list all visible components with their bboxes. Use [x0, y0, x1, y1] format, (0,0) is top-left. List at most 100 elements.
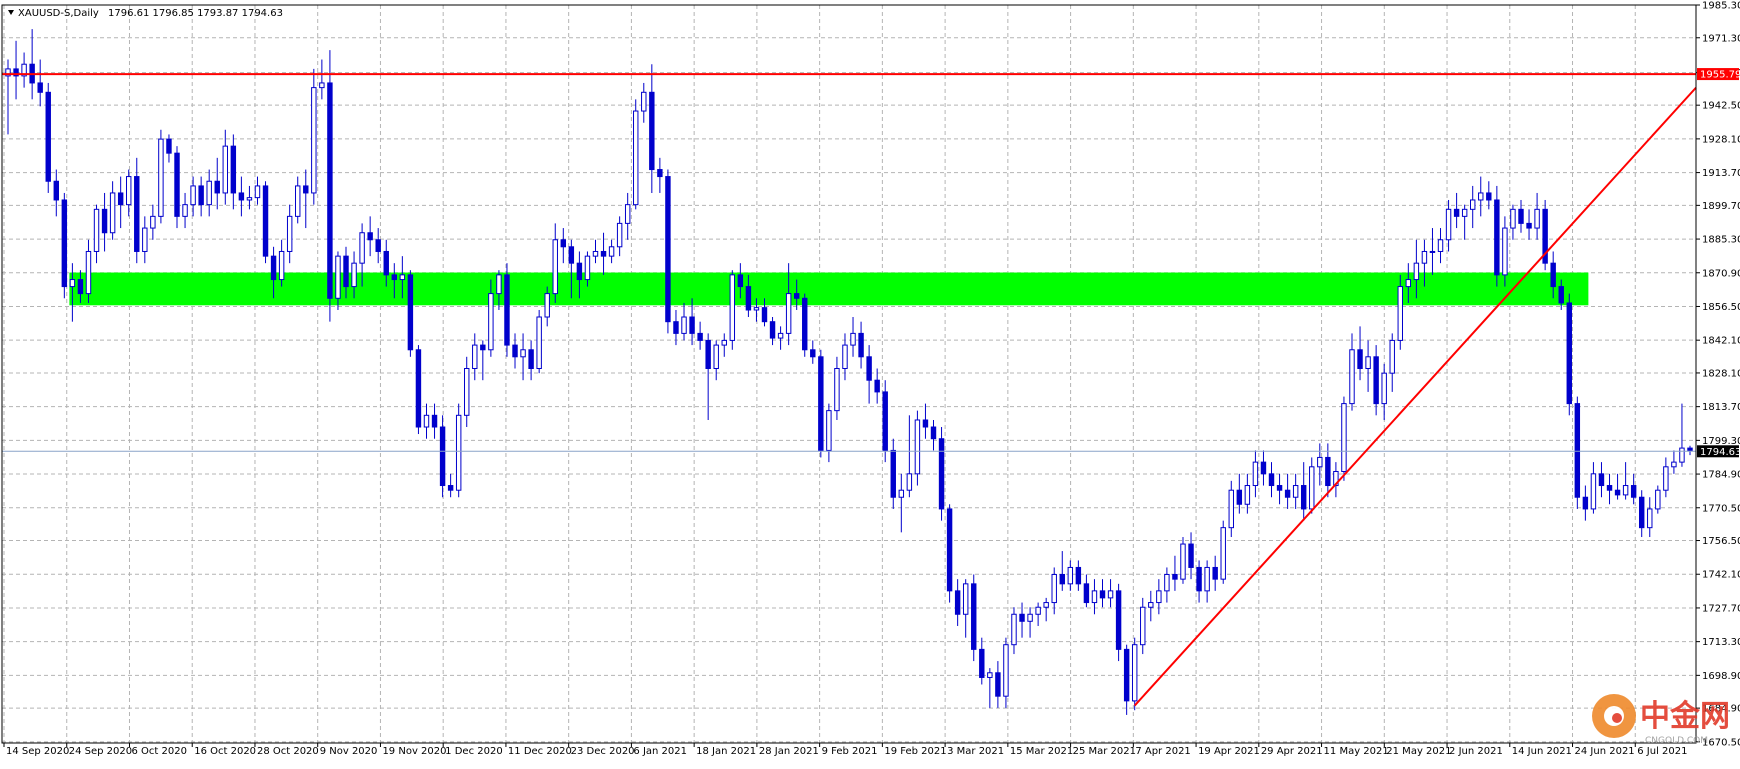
candle-body-bullish — [1381, 372, 1387, 405]
candle-body-bearish — [383, 250, 389, 276]
candle-body-bullish — [1156, 590, 1162, 604]
candle-body-bullish — [206, 180, 212, 206]
candle-body-bearish — [866, 356, 872, 381]
candle-body-bearish — [1075, 566, 1082, 585]
candle-body-bearish — [214, 180, 220, 194]
x-tick-label: 16 Oct 2020 — [194, 746, 256, 757]
candle-body-bullish — [1003, 644, 1009, 697]
candle-body-bearish — [1260, 461, 1267, 475]
watermark-text: 中金网 — [1640, 699, 1730, 734]
candle-body-bearish — [600, 250, 607, 257]
candle-body-bearish — [1083, 583, 1090, 604]
candle-body-bearish — [568, 246, 575, 264]
candle-body-bullish — [1590, 473, 1597, 510]
candle-body-bullish — [1317, 456, 1323, 468]
candle-body-bullish — [488, 293, 494, 351]
x-tick-label: 7 Apr 2021 — [1135, 746, 1190, 757]
candle-body-bearish — [37, 82, 43, 93]
candle-body-bullish — [681, 316, 687, 334]
candle-body-bullish — [319, 82, 325, 89]
candle-body-bearish — [1494, 199, 1500, 276]
candle-body-bearish — [1357, 349, 1363, 369]
x-tick-label: 6 Jan 2021 — [633, 746, 687, 757]
candle-body-bullish — [1309, 466, 1315, 510]
candle-body-bullish — [1204, 566, 1210, 592]
candle-body-bullish — [624, 204, 631, 224]
candle-body-bullish — [1469, 199, 1476, 210]
candle-body-bearish — [1284, 489, 1291, 498]
candlestick-chart[interactable]: 1985.301971.301956.401942.501928.101913.… — [0, 0, 1740, 765]
x-tick-label: 1 Dec 2020 — [445, 746, 503, 757]
candle-body-bearish — [745, 286, 752, 311]
x-tick-label: 14 Sep 2020 — [6, 746, 69, 757]
candle-body-bullish — [1164, 573, 1170, 592]
x-tick-label: 11 Dec 2020 — [508, 746, 572, 757]
candle-body-bearish — [447, 485, 454, 491]
candle-body-bearish — [1638, 496, 1645, 529]
candle-body-bullish — [1461, 208, 1468, 217]
candle-body-bearish — [166, 138, 172, 154]
candle-body-bullish — [520, 349, 526, 358]
candle-body-bearish — [1059, 573, 1065, 585]
x-tick-label: 15 Mar 2021 — [1010, 746, 1073, 757]
candle-body-bullish — [1389, 339, 1395, 374]
candle-body-bullish — [359, 232, 365, 264]
candle-body-bullish — [1534, 208, 1540, 229]
candle-body-bullish — [464, 367, 470, 416]
candle-body-bearish — [1526, 222, 1532, 229]
resistance-price-label: 1955.79 — [1700, 70, 1740, 81]
candle-body-bullish — [142, 227, 148, 252]
candle-body-bullish — [1292, 485, 1299, 498]
candle-body-bearish — [922, 419, 929, 428]
candle-body-bearish — [1188, 543, 1194, 568]
ohlc-readout: 1796.61 1796.85 1793.87 1794.63 — [108, 8, 283, 19]
candle-body-bullish — [158, 138, 164, 217]
x-tick-label: 28 Oct 2020 — [257, 746, 319, 757]
x-tick-label: 6 Oct 2020 — [131, 746, 186, 757]
candle-body-bearish — [327, 82, 333, 299]
candle-body-bearish — [407, 274, 414, 351]
candle-body-bearish — [769, 321, 776, 339]
candle-body-bullish — [584, 255, 591, 281]
candle-body-bullish — [616, 222, 623, 248]
candle-body-bullish — [496, 274, 502, 295]
candle-body-bullish — [1622, 485, 1629, 496]
candle-body-bullish — [1341, 403, 1347, 472]
candle-body-bullish — [1067, 566, 1074, 585]
candle-body-bullish — [729, 274, 736, 341]
candle-body-bearish — [375, 239, 381, 252]
candle-body-bullish — [536, 316, 542, 369]
candle-body-bearish — [1268, 473, 1275, 487]
candle-body-bearish — [1630, 485, 1637, 498]
candle-body-bearish — [1582, 496, 1589, 510]
candle-body-bearish — [504, 274, 510, 346]
candle-body-bearish — [761, 307, 768, 323]
symbol-label: XAUUSD-S,Daily — [18, 8, 99, 19]
y-tick-label: 1770.50 — [1702, 503, 1740, 514]
candle-body-bullish — [351, 262, 357, 288]
candle-body-bearish — [673, 321, 679, 334]
candle-body-bearish — [657, 169, 663, 178]
candle-body-bullish — [1252, 461, 1259, 487]
candle-body-bullish — [150, 215, 156, 229]
candle-body-bullish — [906, 473, 913, 491]
candle-body-bullish — [592, 250, 599, 257]
candle-body-bullish — [641, 91, 647, 112]
candle-body-bullish — [1027, 613, 1033, 622]
candle-body-bearish — [1518, 208, 1524, 224]
candle-body-bearish — [810, 349, 816, 358]
candle-body-bearish — [77, 279, 84, 295]
chart-background — [0, 0, 1740, 765]
candle-body-bullish — [1437, 239, 1444, 252]
candle-body-bullish — [962, 583, 969, 615]
candle-body-bullish — [777, 332, 784, 339]
y-tick-label: 1928.10 — [1702, 134, 1740, 145]
candle-body-bearish — [649, 91, 655, 171]
candle-body-bearish — [1236, 489, 1243, 505]
candle-body-bullish — [399, 274, 406, 281]
candle-body-bullish — [834, 367, 840, 412]
candle-body-bullish — [1043, 602, 1049, 608]
y-tick-label: 1856.50 — [1702, 302, 1740, 313]
candle-body-bullish — [423, 414, 430, 428]
candle-body-bearish — [198, 185, 204, 206]
